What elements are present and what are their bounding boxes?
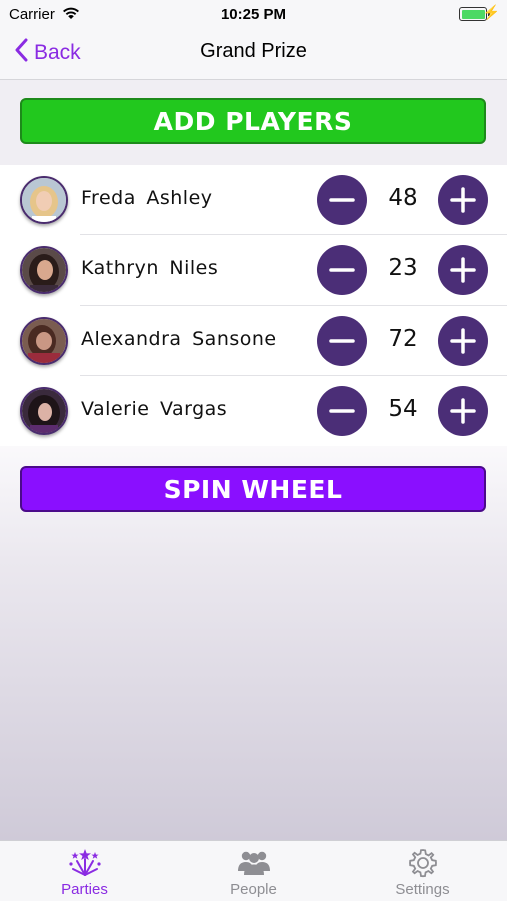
score-value: 48 (388, 185, 418, 211)
people-icon (169, 847, 338, 877)
plus-icon (450, 398, 476, 424)
page-title: Grand Prize (200, 40, 307, 62)
player-name: Freda Ashley (81, 187, 213, 209)
decrement-button[interactable] (317, 315, 367, 366)
charging-icon: ⚡ (482, 4, 500, 20)
avatar (20, 316, 68, 365)
player-list: Freda Ashley 48 Kathryn Niles 23 Alexand… (0, 165, 507, 446)
player-row: Alexandra Sansone 72 (0, 306, 507, 376)
player-name: Valerie Vargas (81, 397, 228, 420)
increment-button[interactable] (438, 385, 488, 436)
plus-icon (450, 187, 476, 213)
plus-icon (450, 327, 476, 354)
score-value: 54 (388, 395, 418, 422)
avatar (20, 176, 68, 224)
increment-button[interactable] (438, 245, 488, 296)
spin-wheel-button[interactable]: SPIN WHEEL (20, 466, 486, 512)
clock: 10:25 PM (220, 6, 287, 23)
player-row: Valerie Vargas 54 (0, 376, 507, 446)
tab-label: Settings (395, 881, 450, 898)
plus-icon (450, 257, 476, 283)
increment-button[interactable] (438, 315, 488, 366)
minus-icon (329, 338, 355, 343)
player-name: Alexandra Sansone (81, 327, 277, 350)
avatar (20, 386, 68, 435)
navigation-bar: Back Grand Prize (0, 26, 507, 80)
add-players-button[interactable]: ADD PLAYERS (20, 98, 486, 144)
status-bar: Carrier 10:25 PM ⚡ (0, 0, 507, 26)
increment-button[interactable] (438, 175, 488, 225)
decrement-button[interactable] (317, 385, 367, 436)
score-value: 23 (388, 255, 418, 282)
tab-settings[interactable]: Settings (338, 841, 507, 901)
tab-parties[interactable]: Parties (0, 841, 169, 901)
player-row: Kathryn Niles 23 (0, 235, 507, 306)
minus-icon (329, 268, 355, 272)
minus-icon (329, 409, 355, 413)
tab-label: People (230, 881, 277, 898)
party-icon (0, 847, 169, 877)
player-row: Freda Ashley 48 (0, 165, 507, 236)
gear-icon (338, 847, 507, 879)
tab-label: Parties (61, 881, 108, 898)
player-name: Kathryn Niles (81, 257, 219, 280)
decrement-button[interactable] (317, 175, 367, 225)
score-value: 72 (388, 325, 418, 352)
tab-bar: Parties People Settings (0, 840, 507, 901)
decrement-button[interactable] (317, 245, 367, 296)
avatar (20, 246, 68, 295)
minus-icon (329, 198, 355, 202)
tab-people[interactable]: People (169, 841, 338, 901)
